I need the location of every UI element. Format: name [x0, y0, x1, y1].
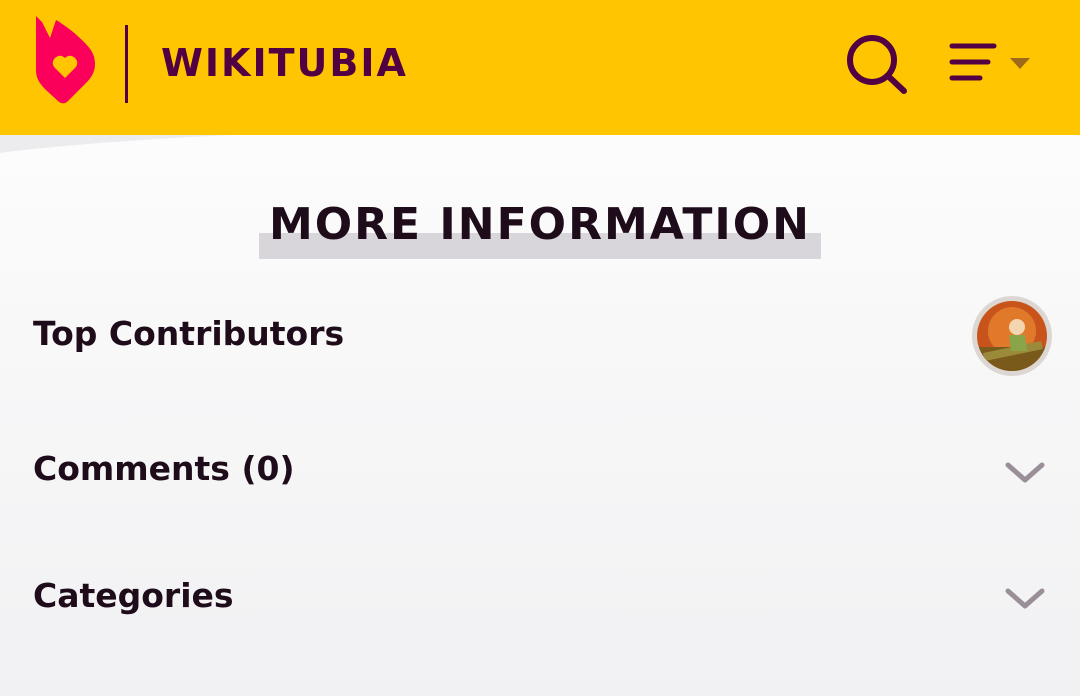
- chevron-down-icon: [1005, 462, 1045, 483]
- categories-label: Categories: [33, 576, 234, 615]
- hamburger-menu-icon: [949, 43, 1030, 81]
- top-contributors-label: Top Contributors: [33, 314, 345, 353]
- site-title[interactable]: WIKITUBIA: [161, 40, 408, 86]
- comments-row[interactable]: Comments (0): [0, 424, 1080, 514]
- section-title-text: MORE INFORMATION: [268, 199, 812, 250]
- header-divider: [125, 25, 128, 103]
- menu-button[interactable]: [946, 40, 1036, 86]
- search-icon[interactable]: [845, 33, 909, 95]
- contributor-avatar-image: [977, 301, 1047, 371]
- header-swoosh: [0, 135, 230, 153]
- categories-row[interactable]: Categories: [0, 552, 1080, 642]
- avatar[interactable]: [972, 296, 1052, 376]
- chevron-down-icon: [1005, 588, 1045, 609]
- section-title: MORE INFORMATION: [258, 195, 822, 259]
- site-header: WIKITUBIA: [0, 0, 1080, 135]
- section-header: MORE INFORMATION: [0, 195, 1080, 259]
- comments-label: Comments (0): [33, 449, 295, 488]
- fandom-logo-icon[interactable]: [28, 12, 98, 104]
- top-contributors-row[interactable]: Top Contributors: [0, 290, 1080, 380]
